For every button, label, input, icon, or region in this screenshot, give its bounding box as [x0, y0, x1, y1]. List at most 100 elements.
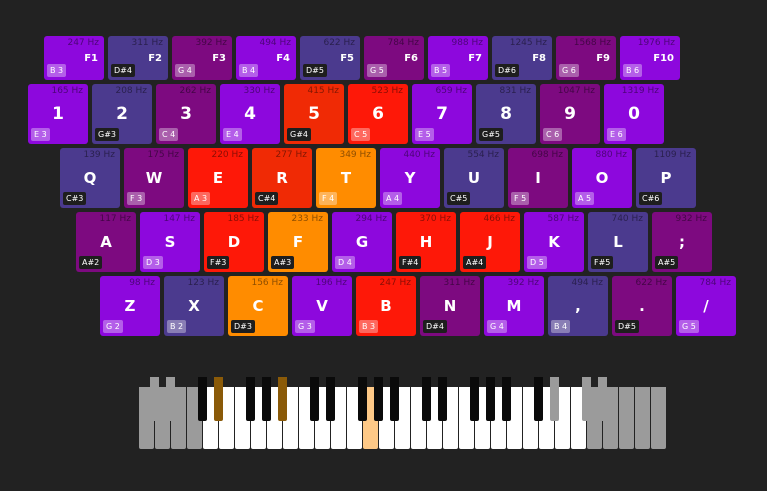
key-3[interactable]: 262 Hz 3 C 4: [156, 84, 216, 144]
key-5[interactable]: 415 Hz 5 G#4: [284, 84, 344, 144]
frequency-label: 831 Hz: [499, 86, 531, 96]
key-q[interactable]: 139 Hz Q C#3: [60, 148, 120, 208]
key-f7[interactable]: 988 Hz F7 B 5: [428, 36, 488, 80]
key-2[interactable]: 208 Hz 2 G#3: [92, 84, 152, 144]
key-label: ;: [679, 233, 685, 251]
key-o[interactable]: 880 Hz O A 5: [572, 148, 632, 208]
piano-black-key[interactable]: [502, 377, 511, 421]
note-badge: E 6: [607, 128, 626, 141]
key-b[interactable]: 247 Hz B B 3: [356, 276, 416, 336]
piano-black-key[interactable]: [310, 377, 319, 421]
piano-black-key[interactable]: [246, 377, 255, 421]
piano-black-key[interactable]: [486, 377, 495, 421]
key-label: G: [355, 233, 369, 251]
key-f2[interactable]: 311 Hz F2 D#4: [108, 36, 168, 80]
key-label: P: [660, 169, 672, 187]
key-t[interactable]: 349 Hz T F 4: [316, 148, 376, 208]
piano-white-key[interactable]: [635, 387, 650, 449]
key-8[interactable]: 831 Hz 8 G#5: [476, 84, 536, 144]
key-n[interactable]: 311 Hz N D#4: [420, 276, 480, 336]
key-label: O: [595, 169, 609, 187]
note-badge: F 4: [319, 192, 338, 205]
piano-black-key[interactable]: [326, 377, 335, 421]
note-badge: C#3: [63, 192, 87, 205]
key-comma[interactable]: 494 Hz, B 4: [548, 276, 608, 336]
frequency-label: 494 Hz: [571, 278, 603, 288]
piano-white-key[interactable]: [651, 387, 666, 449]
piano-keyboard: [139, 377, 666, 449]
piano-black-key[interactable]: [390, 377, 399, 421]
key-0[interactable]: 1319 Hz 0 E 6: [604, 84, 664, 144]
piano-black-key[interactable]: [374, 377, 383, 421]
note-badge: A 5: [575, 192, 595, 205]
key-f5[interactable]: 622 Hz F5 D#5: [300, 36, 360, 80]
key-f1[interactable]: 247 Hz F1 B 3: [44, 36, 104, 80]
key-m[interactable]: 392 Hz M G 4: [484, 276, 544, 336]
key-7[interactable]: 659 Hz 7 E 5: [412, 84, 472, 144]
key-f6[interactable]: 784 Hz F6 G 5: [364, 36, 424, 80]
key-v[interactable]: 196 Hz V G 3: [292, 276, 352, 336]
key-slash[interactable]: 784 Hz / G 5: [676, 276, 736, 336]
key-period[interactable]: 622 Hz. D#5: [612, 276, 672, 336]
key-x[interactable]: 123 Hz X B 2: [164, 276, 224, 336]
piano-black-key[interactable]: [438, 377, 447, 421]
piano-black-key[interactable]: [550, 377, 559, 421]
key-w[interactable]: 175 Hz W F 3: [124, 148, 184, 208]
piano-black-key[interactable]: [262, 377, 271, 421]
frequency-label: 98 Hz: [129, 278, 155, 288]
piano-white-key[interactable]: [619, 387, 634, 449]
piano-black-key[interactable]: [582, 377, 591, 421]
key-d[interactable]: 185 Hz D F#3: [204, 212, 264, 272]
key-p[interactable]: 1109 Hz P C#6: [636, 148, 696, 208]
key-r[interactable]: 277 Hz R C#4: [252, 148, 312, 208]
frequency-label: 659 Hz: [435, 86, 467, 96]
key-h[interactable]: 370 Hz H F#4: [396, 212, 456, 272]
note-badge: B 4: [239, 64, 259, 77]
key-i[interactable]: 698 Hz I F 5: [508, 148, 568, 208]
frequency-label: 147 Hz: [163, 214, 195, 224]
key-l[interactable]: 740 Hz L F#5: [588, 212, 648, 272]
frequency-label: 311 Hz: [131, 38, 163, 48]
key-6[interactable]: 523 Hz 6 C 5: [348, 84, 408, 144]
frequency-label: 330 Hz: [243, 86, 275, 96]
key-u[interactable]: 554 Hz U C#5: [444, 148, 504, 208]
key-f4[interactable]: 494 Hz F4 B 4: [236, 36, 296, 80]
key-f9[interactable]: 1568 Hz F9 G 6: [556, 36, 616, 80]
key-1[interactable]: 165 Hz 1 E 3: [28, 84, 88, 144]
key-g[interactable]: 294 Hz G D 4: [332, 212, 392, 272]
key-9[interactable]: 1047 Hz 9 C 6: [540, 84, 600, 144]
key-f8[interactable]: 1245 Hz F8 D#6: [492, 36, 552, 80]
piano-black-key[interactable]: [470, 377, 479, 421]
key-c[interactable]: 156 Hz C D#3: [228, 276, 288, 336]
key-label: C: [252, 297, 264, 315]
piano-black-key[interactable]: [598, 377, 607, 421]
frequency-label: 1047 Hz: [557, 86, 595, 96]
note-badge: F#4: [399, 256, 422, 269]
key-label: M: [506, 297, 522, 315]
piano-black-key[interactable]: [278, 377, 287, 421]
key-y[interactable]: 440 Hz Y A 4: [380, 148, 440, 208]
key-label: 2: [116, 104, 128, 124]
key-j[interactable]: 466 Hz J A#4: [460, 212, 520, 272]
key-z[interactable]: 98 Hz Z G 2: [100, 276, 160, 336]
key-label: .: [639, 297, 645, 315]
key-label: A: [100, 233, 112, 251]
piano-black-key[interactable]: [166, 377, 175, 421]
key-s[interactable]: 147 Hz S D 3: [140, 212, 200, 272]
key-f[interactable]: 233 Hz F A#3: [268, 212, 328, 272]
key-e[interactable]: 220 Hz E A 3: [188, 148, 248, 208]
key-semicolon[interactable]: 932 Hz; A#5: [652, 212, 712, 272]
piano-black-key[interactable]: [214, 377, 223, 421]
key-label: F10: [653, 53, 674, 64]
key-k[interactable]: 587 Hz K D 5: [524, 212, 584, 272]
key-label: I: [535, 169, 541, 187]
key-f10[interactable]: 1976 Hz F10 B 6: [620, 36, 680, 80]
key-4[interactable]: 330 Hz 4 E 4: [220, 84, 280, 144]
key-f3[interactable]: 392 Hz F3 G 4: [172, 36, 232, 80]
piano-black-key[interactable]: [534, 377, 543, 421]
piano-black-key[interactable]: [150, 377, 159, 421]
piano-black-key[interactable]: [198, 377, 207, 421]
key-a[interactable]: 117 Hz A A#2: [76, 212, 136, 272]
piano-black-key[interactable]: [358, 377, 367, 421]
piano-black-key[interactable]: [422, 377, 431, 421]
